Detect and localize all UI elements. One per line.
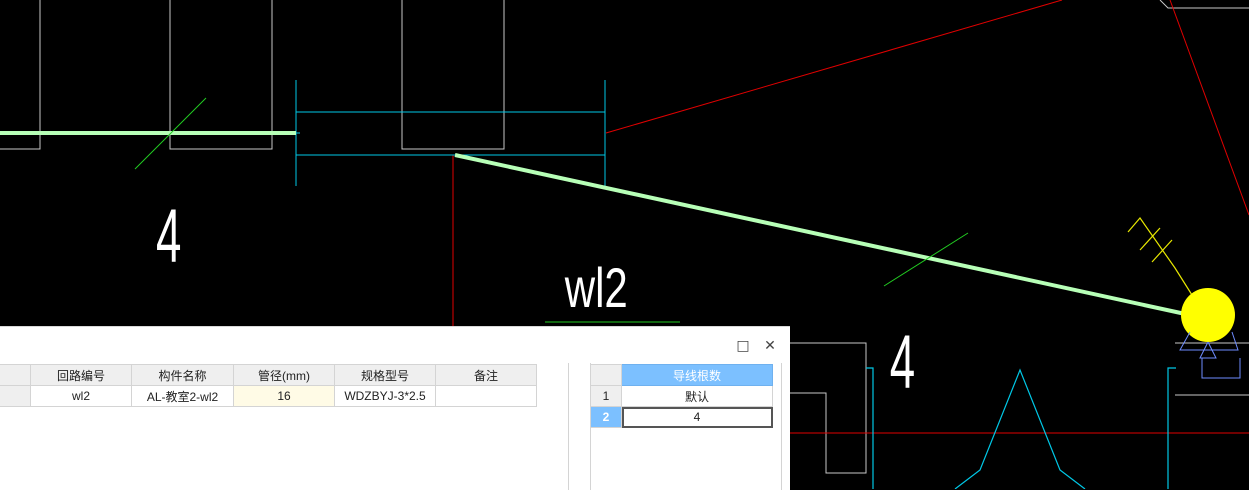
lamp-fixture-icon[interactable] xyxy=(1127,217,1241,379)
table-row[interactable]: wl2 AL-教室2-wl2 16 WDZBYJ-3*2.5 xyxy=(0,385,537,407)
cyan-junction-box[interactable] xyxy=(295,80,606,186)
circuit-table: 回路编号 构件名称 管径(mm) 规格型号 备注 wl2 AL-教室2-wl2 … xyxy=(0,364,537,407)
row-index[interactable]: 1 xyxy=(590,385,622,407)
close-icon[interactable]: ✕ xyxy=(761,337,779,355)
row-header-corner xyxy=(0,364,31,386)
list-item[interactable]: 1 默认 xyxy=(590,385,773,407)
side-corner xyxy=(590,364,622,386)
maximize-icon[interactable]: □ xyxy=(734,337,752,355)
count-label-right: 4 xyxy=(890,320,915,405)
row-header[interactable] xyxy=(0,385,31,407)
list-item[interactable]: 2 4 xyxy=(590,406,773,428)
cell-remark[interactable] xyxy=(435,385,537,407)
col-spec-model[interactable]: 规格型号 xyxy=(334,364,436,386)
properties-panel: □ ✕ 回路编号 构件名称 管径(mm) 规格型号 备注 wl2 AL-教室2-… xyxy=(0,326,790,490)
col-pipe-diameter[interactable]: 管径(mm) xyxy=(233,364,335,386)
col-circuit-no[interactable]: 回路编号 xyxy=(30,364,132,386)
row-index-selected[interactable]: 2 xyxy=(590,406,622,428)
cell-wire-count-active[interactable]: 4 xyxy=(621,406,773,428)
count-label-left: 4 xyxy=(156,194,181,279)
cell-wire-count[interactable]: 默认 xyxy=(621,385,773,407)
circuit-label: wl2 xyxy=(564,257,628,319)
cell-component-name[interactable]: AL-教室2-wl2 xyxy=(131,385,234,407)
col-remark[interactable]: 备注 xyxy=(435,364,537,386)
cell-circuit-no[interactable]: wl2 xyxy=(30,385,132,407)
cell-spec-model[interactable]: WDZBYJ-3*2.5 xyxy=(334,385,436,407)
col-component-name[interactable]: 构件名称 xyxy=(131,364,234,386)
col-wire-count[interactable]: 导线根数 xyxy=(621,364,773,386)
wire-count-table: 导线根数 1 默认 2 4 xyxy=(590,364,773,428)
cell-pipe-diameter[interactable]: 16 xyxy=(233,385,335,407)
